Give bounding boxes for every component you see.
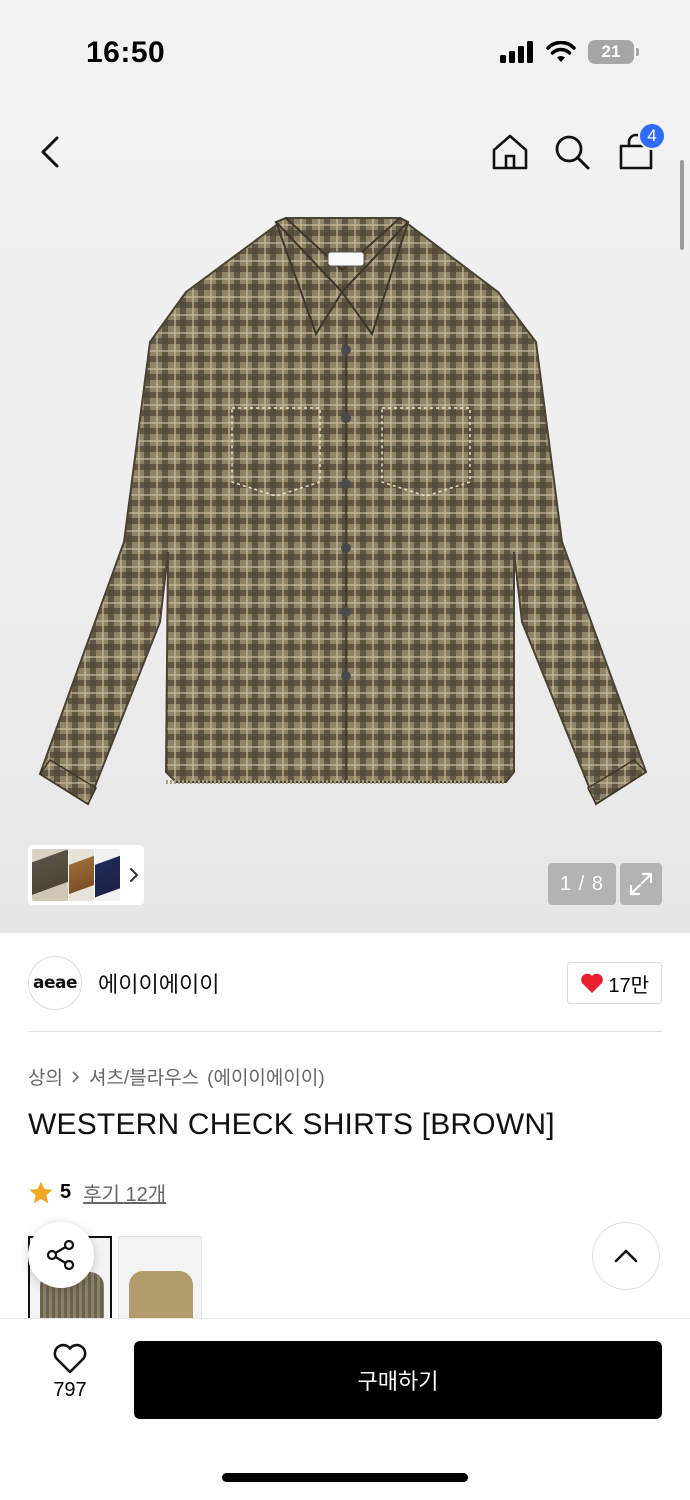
- expand-image-button[interactable]: [620, 863, 662, 905]
- breadcrumb: 상의 셔츠/블라우스 (에이이에이이): [28, 1063, 325, 1090]
- bottom-action-bar: 797 구매하기: [0, 1318, 690, 1500]
- wifi-icon: [546, 41, 576, 62]
- brand-like-button[interactable]: 17만: [567, 962, 662, 1004]
- brand-like-count: 17만: [608, 974, 649, 997]
- brand-logo[interactable]: aeae: [28, 956, 82, 1010]
- status-time: 16:50: [86, 36, 166, 69]
- home-indicator[interactable]: [222, 1473, 468, 1482]
- battery-icon: 21: [588, 40, 639, 64]
- share-button[interactable]: [28, 1222, 94, 1288]
- product-title: WESTERN CHECK SHIRTS [BROWN]: [28, 1108, 555, 1141]
- thumbnail-strip[interactable]: [28, 845, 144, 905]
- thumbnail-image[interactable]: [32, 849, 68, 901]
- image-page-counter: 1 / 8: [548, 863, 616, 905]
- heart-outline-icon: [53, 1343, 87, 1374]
- heart-filled-icon: [581, 973, 604, 993]
- search-icon: [555, 135, 590, 170]
- scroll-top-button[interactable]: [592, 1222, 660, 1290]
- wishlist-button[interactable]: 797: [36, 1343, 104, 1407]
- product-gallery[interactable]: 4 1 / 8: [0, 100, 690, 933]
- breadcrumb-category[interactable]: 상의: [28, 1063, 63, 1090]
- chevron-right-icon[interactable]: [128, 866, 140, 884]
- product-image[interactable]: [36, 212, 650, 812]
- rating-row: 5 후기 12개: [28, 1178, 166, 1207]
- color-option-beige[interactable]: [118, 1236, 202, 1322]
- chevron-right-icon: [72, 1070, 80, 1083]
- rating-score: 5: [60, 1181, 72, 1203]
- chevron-left-icon: [41, 136, 59, 168]
- review-link[interactable]: 후기 12개: [83, 1178, 166, 1207]
- wishlist-count: 797: [53, 1379, 87, 1401]
- home-button[interactable]: [486, 128, 534, 176]
- expand-icon: [629, 872, 653, 896]
- signal-icon: [500, 41, 533, 63]
- status-bar: 16:50 21: [0, 0, 690, 100]
- divider: [28, 1031, 662, 1032]
- share-icon: [46, 1239, 75, 1271]
- battery-level: 21: [601, 42, 621, 61]
- back-button[interactable]: [26, 128, 74, 176]
- buy-button[interactable]: 구매하기: [134, 1341, 662, 1419]
- search-button[interactable]: [548, 128, 596, 176]
- shirt-image: [38, 216, 648, 806]
- brand-row[interactable]: aeae 에이이에이이 17만: [28, 955, 662, 1011]
- brand-name[interactable]: 에이이에이이: [98, 967, 219, 999]
- star-icon: [29, 1181, 53, 1203]
- breadcrumb-brand[interactable]: (에이이에이이): [207, 1063, 325, 1090]
- breadcrumb-subcategory[interactable]: 셔츠/블라우스: [89, 1063, 199, 1090]
- chevron-up-icon: [614, 1249, 638, 1263]
- status-icons: 21: [500, 40, 639, 64]
- home-icon: [492, 134, 528, 170]
- scroll-indicator[interactable]: [680, 160, 684, 250]
- cart-button[interactable]: 4: [612, 122, 666, 176]
- cart-count-badge: 4: [638, 122, 666, 150]
